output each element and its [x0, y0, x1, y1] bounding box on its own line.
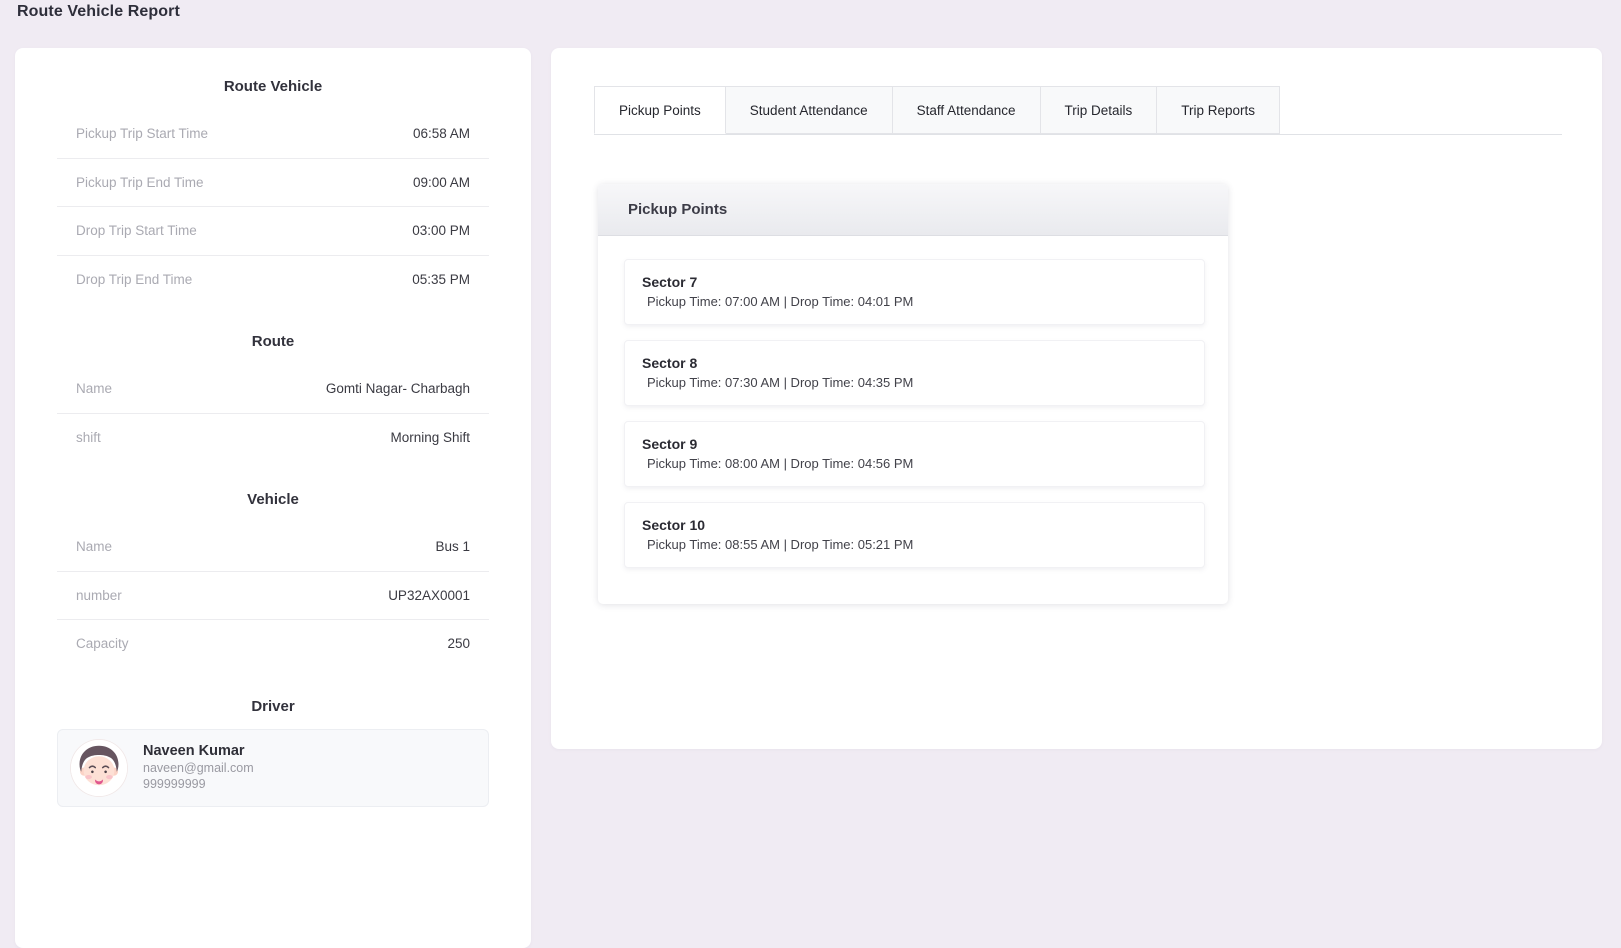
pickup-point-name: Sector 8 — [642, 355, 1188, 371]
detail-value: 03:00 PM — [412, 223, 470, 238]
pickup-points-list: Sector 7 Pickup Time: 07:00 AM | Drop Ti… — [598, 236, 1228, 604]
detail-label: Name — [76, 381, 112, 396]
driver-card: Naveen Kumar naveen@gmail.com 999999999 — [57, 729, 489, 807]
detail-row: Pickup Trip Start Time 06:58 AM — [57, 109, 489, 158]
pickup-point-item: Sector 10 Pickup Time: 08:55 AM | Drop T… — [624, 502, 1205, 568]
detail-row: number UP32AX0001 — [57, 571, 489, 620]
pickup-point-schedule: Pickup Time: 08:00 AM | Drop Time: 04:56… — [647, 456, 1188, 471]
driver-name: Naveen Kumar — [143, 743, 254, 759]
page-title: Route Vehicle Report — [17, 3, 180, 21]
driver-info: Naveen Kumar naveen@gmail.com 999999999 — [143, 743, 254, 792]
detail-label: number — [76, 588, 122, 603]
pickup-point-item: Sector 8 Pickup Time: 07:30 AM | Drop Ti… — [624, 340, 1205, 406]
detail-value: 09:00 AM — [413, 175, 470, 190]
detail-row: shift Morning Shift — [57, 413, 489, 462]
detail-value: 05:35 PM — [412, 272, 470, 287]
pickup-points-card-title: Pickup Points — [598, 184, 1228, 236]
pickup-point-schedule: Pickup Time: 08:55 AM | Drop Time: 05:21… — [647, 537, 1188, 552]
pickup-points-card: Pickup Points Sector 7 Pickup Time: 07:0… — [598, 184, 1228, 604]
pickup-point-item: Sector 7 Pickup Time: 07:00 AM | Drop Ti… — [624, 259, 1205, 325]
tab-trip-details[interactable]: Trip Details — [1040, 86, 1158, 134]
driver-email: naveen@gmail.com — [143, 761, 254, 777]
pickup-point-schedule: Pickup Time: 07:30 AM | Drop Time: 04:35… — [647, 375, 1188, 390]
tab-trip-reports[interactable]: Trip Reports — [1156, 86, 1280, 134]
tab-student-attendance[interactable]: Student Attendance — [725, 86, 893, 134]
pickup-point-name: Sector 7 — [642, 274, 1188, 290]
detail-value: 06:58 AM — [413, 126, 470, 141]
section-heading-route: Route — [15, 333, 531, 350]
driver-avatar-face-icon — [70, 739, 128, 797]
tab-staff-attendance[interactable]: Staff Attendance — [892, 86, 1041, 134]
route-vehicle-rows: Pickup Trip Start Time 06:58 AM Pickup T… — [57, 109, 489, 303]
detail-value: Morning Shift — [390, 430, 470, 445]
detail-row: Pickup Trip End Time 09:00 AM — [57, 158, 489, 207]
pickup-point-schedule: Pickup Time: 07:00 AM | Drop Time: 04:01… — [647, 294, 1188, 309]
pickup-point-name: Sector 9 — [642, 436, 1188, 452]
detail-value: Gomti Nagar- Charbagh — [326, 381, 470, 396]
detail-label: Capacity — [76, 636, 129, 651]
tab-pickup-points[interactable]: Pickup Points — [594, 86, 726, 134]
pickup-point-name: Sector 10 — [642, 517, 1188, 533]
detail-row: Name Gomti Nagar- Charbagh — [57, 364, 489, 413]
driver-phone: 999999999 — [143, 777, 254, 793]
vehicle-rows: Name Bus 1 number UP32AX0001 Capacity 25… — [57, 522, 489, 668]
report-tabs: Pickup Points Student Attendance Staff A… — [594, 86, 1562, 135]
pickup-point-item: Sector 9 Pickup Time: 08:00 AM | Drop Ti… — [624, 421, 1205, 487]
detail-label: Drop Trip Start Time — [76, 223, 197, 238]
detail-row: Drop Trip End Time 05:35 PM — [57, 255, 489, 304]
detail-label: Pickup Trip End Time — [76, 175, 204, 190]
section-heading-vehicle: Vehicle — [15, 491, 531, 508]
detail-row: Capacity 250 — [57, 619, 489, 668]
detail-value: Bus 1 — [435, 539, 470, 554]
section-heading-driver: Driver — [15, 698, 531, 715]
detail-label: Drop Trip End Time — [76, 272, 192, 287]
route-vehicle-summary-panel: Route Vehicle Pickup Trip Start Time 06:… — [15, 48, 531, 948]
detail-value: 250 — [447, 636, 470, 651]
detail-label: Pickup Trip Start Time — [76, 126, 208, 141]
detail-label: Name — [76, 539, 112, 554]
report-detail-panel: Pickup Points Student Attendance Staff A… — [551, 48, 1602, 749]
detail-row: Drop Trip Start Time 03:00 PM — [57, 206, 489, 255]
detail-label: shift — [76, 430, 101, 445]
route-rows: Name Gomti Nagar- Charbagh shift Morning… — [57, 364, 489, 461]
detail-row: Name Bus 1 — [57, 522, 489, 571]
detail-value: UP32AX0001 — [388, 588, 470, 603]
section-heading-route-vehicle: Route Vehicle — [15, 78, 531, 95]
